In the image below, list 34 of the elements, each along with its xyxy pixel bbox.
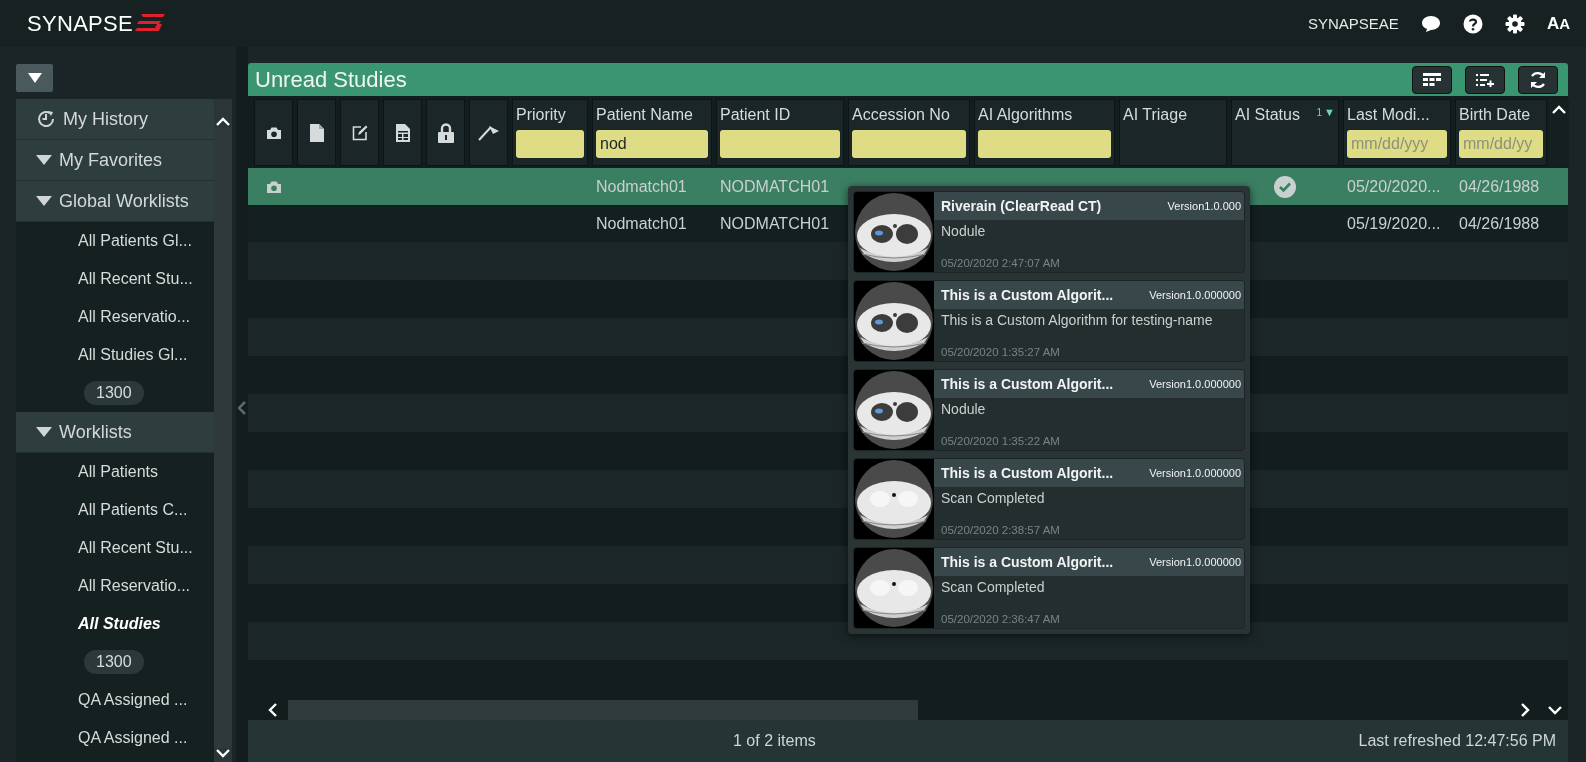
result-time: 05/20/2020 2:47:07 AM [940, 257, 1061, 269]
count-badge: 1300 [84, 650, 144, 674]
patient-id: NODMATCH01 [720, 177, 830, 196]
algorithm-version: Version1.0.000000 [1149, 556, 1241, 568]
algorithm-name: This is a Custom Algorit... [941, 465, 1114, 481]
finding-text: Nodule [940, 222, 987, 239]
finding-text: Scan Completed [940, 489, 1046, 506]
last-modified: 05/20/2020... [1347, 177, 1441, 196]
algorithm-version: Version1.0.000 [1167, 200, 1241, 212]
algorithm-version: Version1.0.000000 [1149, 467, 1241, 479]
result-time: 05/20/2020 2:38:57 AM [940, 524, 1061, 536]
patient-id: NODMATCH01 [720, 214, 830, 233]
result-time: 05/20/2020 1:35:22 AM [940, 435, 1061, 447]
algorithm-name: This is a Custom Algorit... [941, 287, 1114, 303]
result-time: 05/20/2020 1:35:27 AM [940, 346, 1061, 358]
count-badge: 1300 [84, 381, 144, 405]
algorithm-name: This is a Custom Algorit... [941, 376, 1114, 392]
item-count: 1 of 2 items [733, 732, 816, 750]
app-logo: SYNAPSE [27, 10, 134, 37]
birth-date: 04/26/1988 [1459, 177, 1540, 196]
birth-date: 04/26/1988 [1459, 214, 1540, 233]
algorithm-version: Version1.0.000000 [1149, 289, 1241, 301]
finding-text: Scan Completed [940, 578, 1046, 595]
result-time: 05/20/2020 2:36:47 AM [940, 613, 1061, 625]
last-modified: 05/19/2020... [1347, 214, 1441, 233]
algorithm-name: Riverain (ClearRead CT) [941, 198, 1102, 214]
patient-name: Nodmatch01 [596, 214, 687, 233]
finding-text: This is a Custom Algorithm for testing-name [940, 311, 1214, 328]
patient-name: Nodmatch01 [596, 177, 687, 196]
last-refreshed: Last refreshed 12:47:56 PM [1358, 732, 1556, 750]
algorithm-name: This is a Custom Algorit... [941, 554, 1114, 570]
finding-text: Nodule [940, 400, 987, 417]
algorithm-version: Version1.0.000000 [1149, 378, 1241, 390]
worklist-title: Unread Studies [255, 66, 407, 93]
